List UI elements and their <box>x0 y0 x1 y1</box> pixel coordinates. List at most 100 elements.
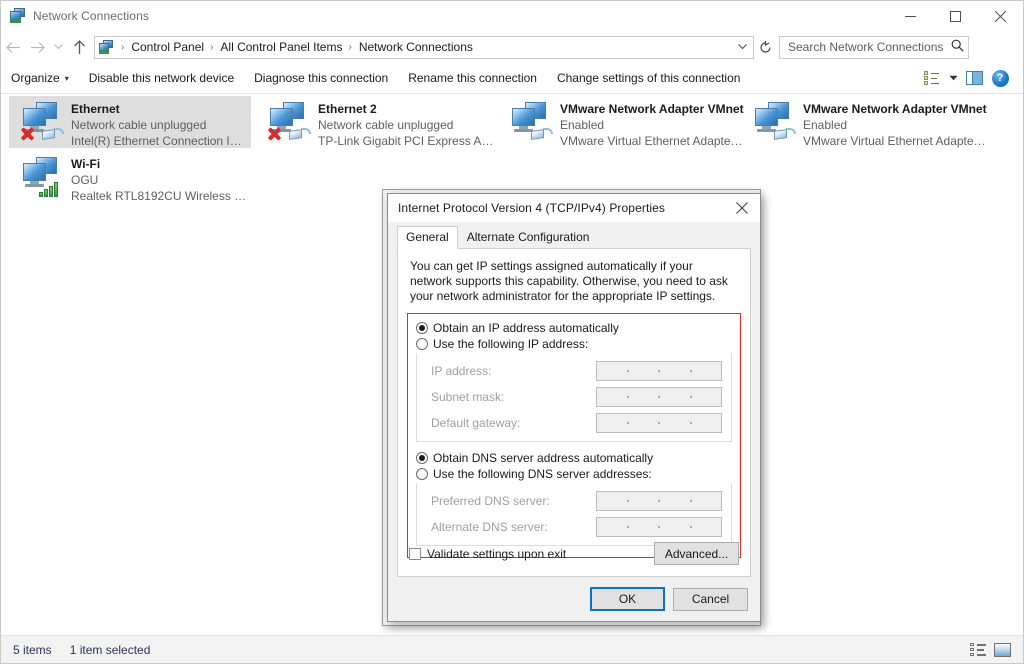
disable-network-device-button[interactable]: Disable this network device <box>79 66 244 91</box>
organize-label: Organize <box>11 71 60 85</box>
window-controls <box>888 1 1023 31</box>
forward-arrow-icon[interactable] <box>25 34 49 60</box>
change-view-icon[interactable] <box>919 66 945 90</box>
connection-status: OGU <box>71 173 99 187</box>
alternate-dns-label: Alternate DNS server: <box>431 520 548 534</box>
red-x-disconnected-icon <box>266 126 282 142</box>
search-field[interactable] <box>786 39 951 55</box>
ip-dns-highlight-box: Obtain an IP address automatically Use t… <box>407 313 741 558</box>
obtain-dns-automatically-label: Obtain DNS server address automatically <box>433 451 654 465</box>
address-dropdown-icon[interactable] <box>733 42 751 52</box>
preview-pane-icon[interactable] <box>961 66 987 90</box>
obtain-ip-automatically-radio-row[interactable]: Obtain an IP address automatically <box>416 321 740 335</box>
validate-settings-checkbox[interactable] <box>409 547 421 560</box>
connection-name: Ethernet 2 <box>318 102 377 116</box>
preferred-dns-row: Preferred DNS server: <box>423 491 725 511</box>
dns-fields-group: Preferred DNS server: Alternate DNS serv… <box>416 483 732 546</box>
maximize-icon[interactable] <box>933 1 978 31</box>
radio-use-following-dns[interactable] <box>416 468 428 480</box>
network-connections-icon <box>10 8 26 24</box>
ip-fields-group: IP address: Subnet mask: Default gateway… <box>416 353 732 442</box>
connection-device: TP-Link Gigabit PCI Express Adap... <box>318 134 494 148</box>
preferred-dns-input[interactable] <box>596 491 722 511</box>
subnet-mask-label: Subnet mask: <box>431 390 505 404</box>
default-gateway-input[interactable] <box>596 413 722 433</box>
change-settings-button[interactable]: Change settings of this connection <box>547 66 750 91</box>
breadcrumb-item-control-panel[interactable]: Control Panel <box>129 40 206 54</box>
alternate-dns-input[interactable] <box>596 517 722 537</box>
rename-connection-button[interactable]: Rename this connection <box>398 66 547 91</box>
close-icon[interactable] <box>978 1 1023 31</box>
search-input[interactable] <box>779 35 969 59</box>
obtain-dns-automatically-radio-row[interactable]: Obtain DNS server address automatically <box>416 451 740 465</box>
ip-address-input[interactable] <box>596 361 722 381</box>
ok-button[interactable]: OK <box>590 587 665 611</box>
tab-panel-general: You can get IP settings assigned automat… <box>397 249 751 577</box>
connection-status: Enabled <box>560 118 605 132</box>
dialog-footer: OK Cancel <box>388 577 760 621</box>
radio-obtain-ip-automatically[interactable] <box>416 322 428 334</box>
help-glyph: ? <box>991 69 1009 87</box>
network-cable-icon <box>42 127 64 141</box>
close-icon[interactable] <box>724 194 760 222</box>
network-cable-icon <box>289 127 311 141</box>
use-following-dns-label: Use the following DNS server addresses: <box>433 467 652 481</box>
list-item[interactable]: VMware Network Adapter VMnet8 Enabled VM… <box>741 96 991 148</box>
radio-obtain-dns-automatically[interactable] <box>416 452 428 464</box>
radio-use-following-ip[interactable] <box>416 338 428 350</box>
list-item[interactable]: VMware Network Adapter VMnet1 Enabled VM… <box>498 96 748 148</box>
connection-name: VMware Network Adapter VMnet8 <box>803 102 987 116</box>
ipv4-properties-dialog: Internet Protocol Version 4 (TCP/IPv4) P… <box>387 193 761 622</box>
cancel-button[interactable]: Cancel <box>673 587 748 611</box>
breadcrumb-separator-0: › <box>121 41 125 53</box>
details-view-icon[interactable] <box>970 642 986 657</box>
breadcrumb[interactable]: › Control Panel › All Control Panel Item… <box>94 35 754 59</box>
ip-address-label: IP address: <box>431 364 492 378</box>
command-bar-right: ? <box>919 66 1023 90</box>
breadcrumb-separator-1: › <box>210 41 214 53</box>
list-item[interactable]: Ethernet 2 Network cable unplugged TP-Li… <box>256 96 498 148</box>
window-title: Network Connections <box>33 9 149 23</box>
signal-bars-icon <box>39 181 61 197</box>
subnet-mask-input[interactable] <box>596 387 722 407</box>
advanced-button[interactable]: Advanced... <box>654 542 739 565</box>
breadcrumb-root-icon <box>99 39 114 55</box>
breadcrumb-item-network-connections[interactable]: Network Connections <box>357 40 475 54</box>
subnet-mask-row: Subnet mask: <box>423 387 725 407</box>
refresh-icon[interactable] <box>754 36 776 59</box>
item-count-label: 5 items <box>13 642 52 657</box>
dialog-title-bar: Internet Protocol Version 4 (TCP/IPv4) P… <box>388 194 760 222</box>
title-bar: Network Connections <box>1 1 1023 31</box>
diagnose-connection-button[interactable]: Diagnose this connection <box>244 66 398 91</box>
list-item[interactable]: Wi-Fi OGU Realtek RTL8192CU Wireless LAN… <box>9 151 251 203</box>
ethernet-adapter-icon <box>19 100 67 145</box>
search-icon[interactable] <box>951 39 964 55</box>
connection-status: Network cable unplugged <box>318 118 454 132</box>
connection-name: VMware Network Adapter VMnet1 <box>560 102 744 116</box>
dialog-body: General Alternate Configuration You can … <box>388 222 760 621</box>
status-bar-view-buttons <box>970 642 1023 657</box>
organize-button[interactable]: Organize ▾ <box>1 66 79 91</box>
tiles-view-icon[interactable] <box>994 642 1011 657</box>
chevron-down-icon: ▾ <box>64 73 69 83</box>
back-arrow-icon[interactable] <box>1 34 25 60</box>
tab-general[interactable]: General <box>397 226 458 249</box>
minimize-icon[interactable] <box>888 1 933 31</box>
wifi-adapter-icon <box>19 155 67 200</box>
connection-name: Ethernet <box>71 102 120 116</box>
tab-alternate-configuration[interactable]: Alternate Configuration <box>458 226 599 249</box>
ethernet-adapter-icon <box>508 100 556 145</box>
connection-name: Wi-Fi <box>71 157 101 171</box>
dialog-tabs: General Alternate Configuration <box>397 226 751 249</box>
up-arrow-icon[interactable] <box>67 34 91 60</box>
recent-locations-chevron-icon[interactable] <box>49 34 67 60</box>
use-following-dns-radio-row[interactable]: Use the following DNS server addresses: <box>416 467 740 481</box>
change-view-chevron-icon[interactable] <box>945 66 961 90</box>
selection-label: 1 item selected <box>69 642 151 657</box>
breadcrumb-item-all-control-panel-items[interactable]: All Control Panel Items <box>218 40 344 54</box>
help-icon[interactable]: ? <box>987 66 1013 90</box>
use-following-ip-radio-row[interactable]: Use the following IP address: <box>416 337 740 351</box>
list-item[interactable]: Ethernet Network cable unplugged Intel(R… <box>9 96 251 148</box>
validate-settings-checkbox-row[interactable]: Validate settings upon exit <box>409 547 566 561</box>
connection-device: Intel(R) Ethernet Connection I217-V <box>71 134 247 148</box>
